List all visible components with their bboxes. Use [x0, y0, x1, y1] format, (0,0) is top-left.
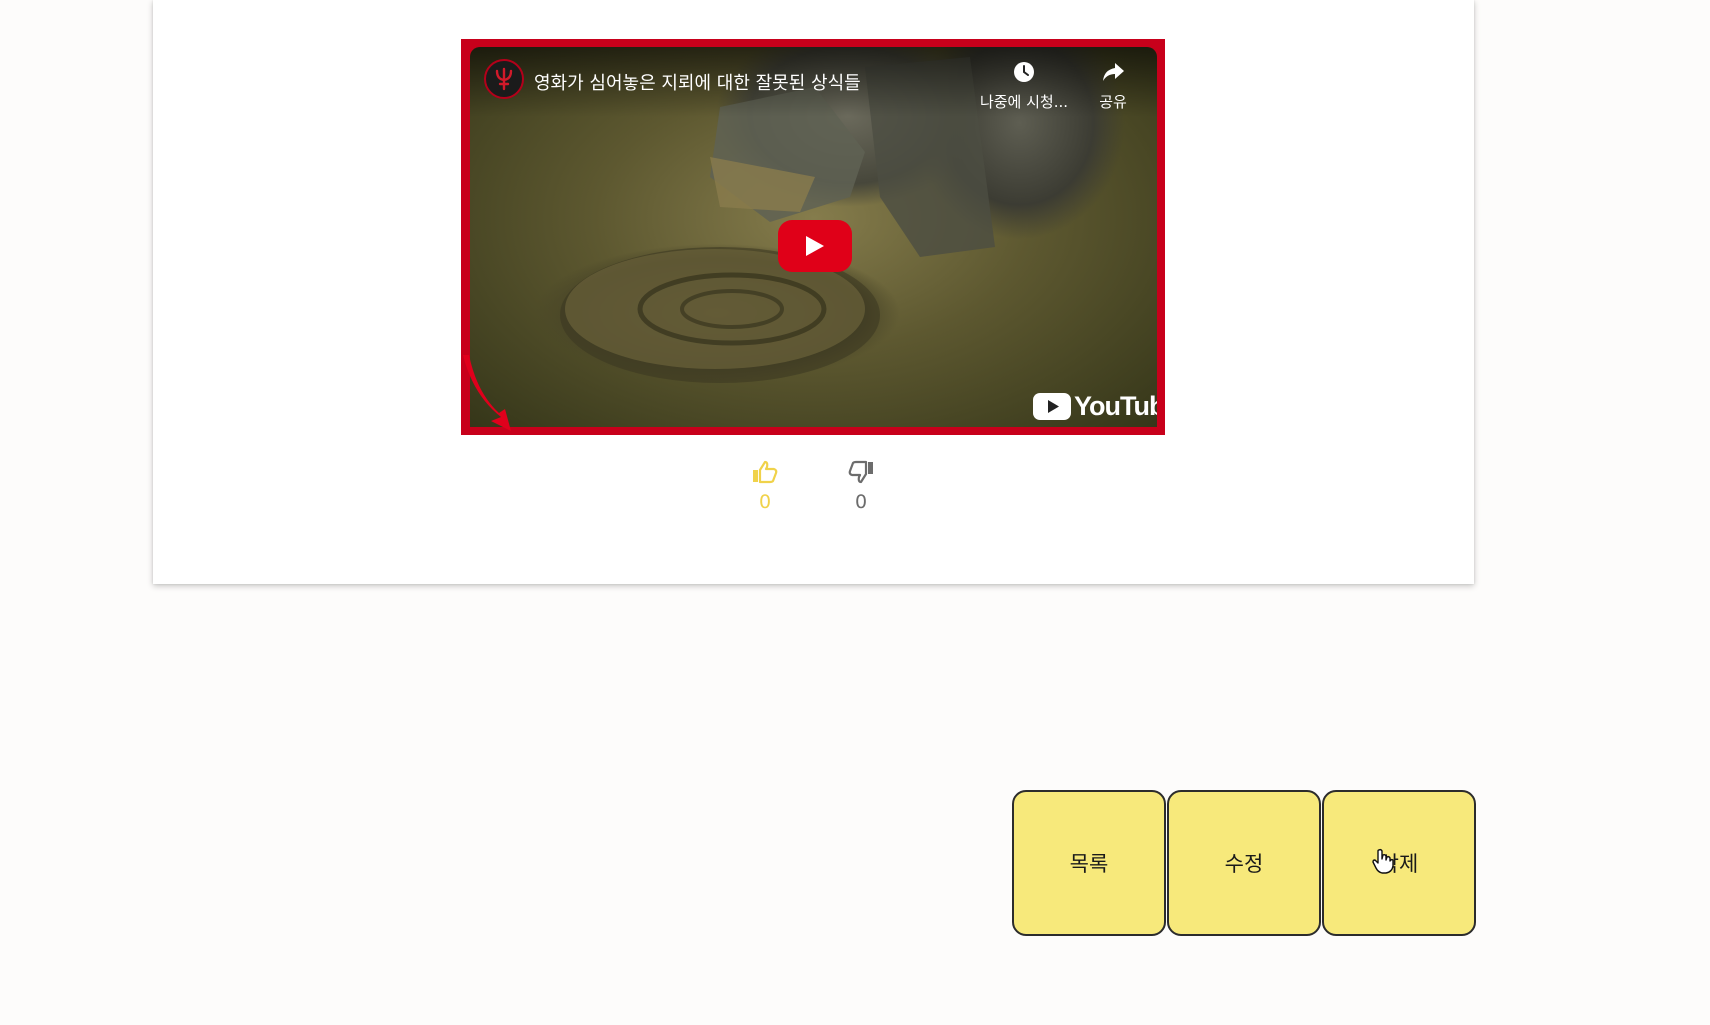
watch-later-label: 나중에 시청... — [979, 93, 1069, 111]
dislike-count: 0 — [854, 491, 868, 513]
youtube-logo[interactable]: YouTube — [1033, 391, 1157, 422]
hand-cursor-icon — [1372, 848, 1394, 874]
video-thumbnail[interactable]: 영화가 심어놓은 지뢰에 대한 잘못된 상식들 나중에 시청... 공유 You… — [470, 47, 1157, 427]
list-button[interactable]: 목록 — [1012, 790, 1166, 936]
channel-logo[interactable] — [484, 59, 524, 99]
like-button[interactable]: 0 — [745, 460, 785, 513]
play-icon — [806, 236, 824, 256]
trident-icon — [495, 67, 513, 91]
dislike-button[interactable]: 0 — [841, 460, 881, 513]
delete-button[interactable]: 삭제 — [1322, 790, 1476, 936]
thumbs-down-icon — [848, 460, 873, 484]
post-card: 영화가 심어놓은 지뢰에 대한 잘못된 상식들 나중에 시청... 공유 You… — [153, 0, 1474, 584]
thumbs-up-icon — [753, 460, 778, 484]
like-count: 0 — [758, 491, 772, 513]
watch-later-button[interactable]: 나중에 시청... — [979, 61, 1069, 112]
share-button[interactable]: 공유 — [1073, 61, 1153, 112]
youtube-embed[interactable]: 영화가 심어놓은 지뢰에 대한 잘못된 상식들 나중에 시청... 공유 You… — [461, 39, 1165, 435]
clock-icon — [1014, 62, 1034, 82]
youtube-wordmark: YouTube — [1074, 391, 1157, 421]
youtube-play-icon — [1033, 393, 1071, 420]
video-title[interactable]: 영화가 심어놓은 지뢰에 대한 잘못된 상식들 — [534, 69, 861, 95]
play-button[interactable] — [778, 220, 852, 272]
red-arrow-decoration — [463, 355, 511, 431]
share-arrow-icon — [1103, 63, 1124, 81]
share-label: 공유 — [1099, 93, 1127, 111]
edit-button[interactable]: 수정 — [1167, 790, 1321, 936]
